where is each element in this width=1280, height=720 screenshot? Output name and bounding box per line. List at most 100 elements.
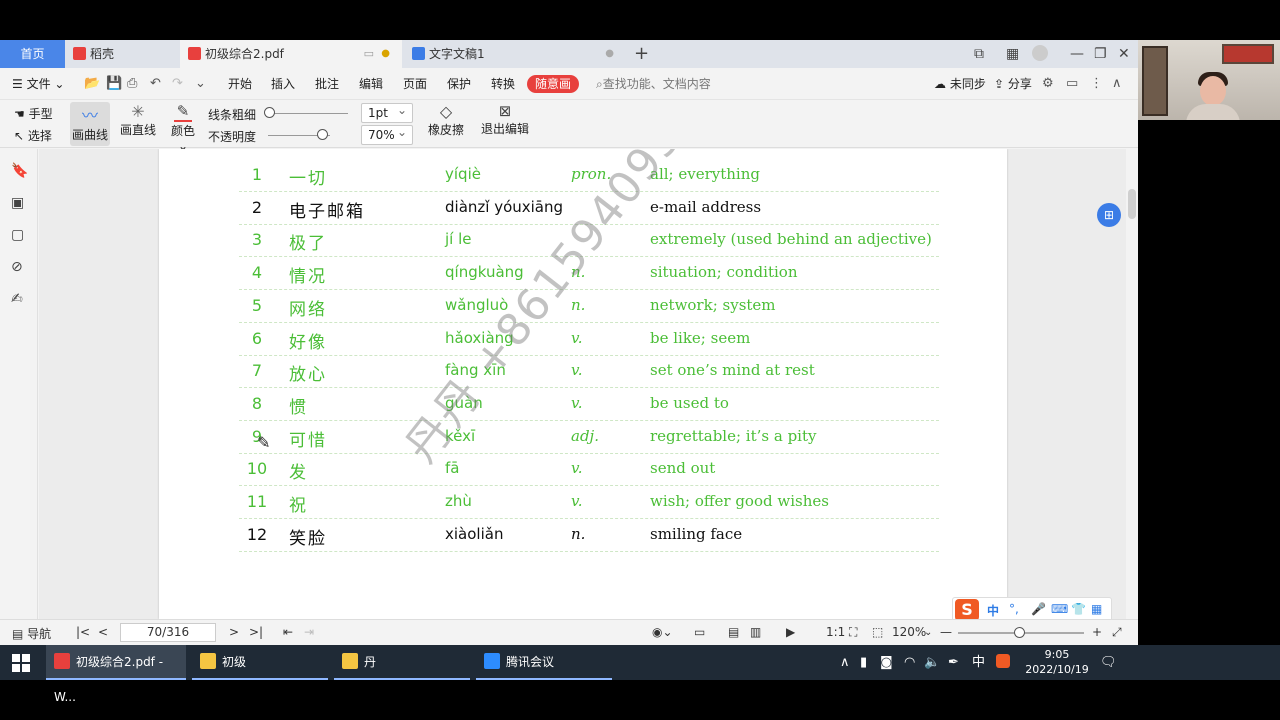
ime-language[interactable]: 中 — [987, 602, 999, 619]
redo-icon[interactable]: ↷ — [172, 68, 183, 100]
mic-icon[interactable]: 🎤 — [1031, 602, 1046, 616]
minimize-icon[interactable]: — — [1070, 40, 1084, 68]
skin-icon[interactable]: 👕 — [1071, 602, 1086, 616]
share-button[interactable]: ⇪ 分享 — [994, 68, 1032, 100]
restore-icon[interactable]: ❐ — [1094, 40, 1107, 68]
zoom-dropdown-icon[interactable]: ⌄ — [924, 627, 932, 638]
play-icon[interactable]: ▶ — [786, 625, 795, 639]
menu-edit[interactable]: 编辑 — [359, 68, 383, 100]
clock[interactable]: 9:05 2022/10/19 — [1020, 647, 1094, 677]
search-box[interactable]: ⌕查找功能、文档内容 — [596, 68, 711, 100]
hand-tool[interactable]: ☚ 手型 — [14, 105, 53, 122]
thickness-slider-handle[interactable] — [264, 107, 275, 118]
select-tool[interactable]: ↖ 选择 — [14, 127, 52, 144]
thickness-select[interactable]: 1pt — [361, 101, 413, 123]
menu-page[interactable]: 页面 — [403, 68, 427, 100]
vocab-number: 12 — [246, 524, 268, 544]
opacity-select[interactable]: 70% — [361, 123, 413, 145]
more-icon[interactable]: ⋮ — [1090, 68, 1103, 100]
wifi-icon[interactable]: ◠ — [904, 645, 915, 680]
curve-tool[interactable]: 〰 画曲线 — [70, 102, 110, 146]
eraser-tool[interactable]: ◇ 橡皮擦 — [423, 102, 469, 138]
fit-width-icon[interactable]: ⬚ — [872, 625, 883, 639]
tray-app-icon[interactable]: ◙ — [880, 645, 893, 680]
bookmark-icon[interactable]: 🔖 — [11, 163, 28, 179]
translate-float-icon[interactable]: ⊞ — [1097, 203, 1121, 227]
comment-panel-icon[interactable]: ▢ — [11, 227, 24, 243]
notification-icon[interactable]: 🗨 — [1100, 645, 1117, 680]
undo-icon[interactable]: ↶ — [150, 68, 161, 100]
keyboard-icon[interactable]: ⌨ — [1051, 602, 1068, 616]
scrollbar-thumb[interactable] — [1128, 189, 1136, 219]
zoom-out-icon[interactable]: — — [940, 625, 952, 639]
zoom-in-icon[interactable]: + — [1092, 625, 1102, 639]
line-tool[interactable]: ✳ 画直线 — [118, 102, 158, 138]
taskbar-item-meeting[interactable]: 腾讯会议 — [476, 645, 612, 680]
volume-icon[interactable]: 🔈 — [924, 645, 940, 680]
save-icon[interactable]: 💾 — [106, 68, 122, 100]
page-number-input[interactable]: 70/316 — [120, 623, 216, 642]
new-tab-button[interactable]: + — [634, 40, 649, 68]
next-page-icon[interactable]: > — [229, 625, 239, 639]
sync-status[interactable]: ☁ 未同步 — [934, 68, 986, 100]
nav-toggle[interactable]: ▤ 导航 — [12, 625, 51, 642]
pen-tray-icon[interactable]: ✒ — [948, 645, 959, 680]
settings-icon[interactable]: ⚙ — [1042, 68, 1054, 100]
windows-start-icon[interactable] — [12, 654, 30, 672]
tab-home[interactable]: 首页 — [0, 40, 65, 68]
monitor-icon[interactable]: ▭ — [364, 40, 374, 68]
taskbar-item-wps[interactable]: 初级综合2.pdf - W... — [46, 645, 186, 704]
punctuation-icon[interactable]: °, — [1009, 602, 1019, 616]
print-icon[interactable]: ⎙ — [127, 68, 137, 100]
menu-protect[interactable]: 保护 — [447, 68, 471, 100]
toolbox-icon[interactable]: ▦ — [1091, 602, 1102, 616]
menu-convert[interactable]: 转换 — [491, 68, 515, 100]
fit-page-icon[interactable]: ⛶ — [849, 625, 857, 640]
single-page-icon[interactable]: ▭ — [694, 625, 705, 639]
tray-usb-icon[interactable]: ▮ — [860, 645, 867, 680]
menu-start[interactable]: 开始 — [228, 68, 252, 100]
image-icon[interactable]: ▣ — [11, 195, 24, 211]
tab-pdf[interactable]: 初级综合2.pdf ● ▭ — [180, 40, 402, 68]
collapse-icon[interactable]: ∧ — [1112, 68, 1122, 100]
close-icon[interactable]: ✕ — [1118, 40, 1130, 68]
taskbar-item-folder1[interactable]: 初级 — [192, 645, 328, 680]
tray-ime-language[interactable]: 中 — [972, 645, 985, 680]
apps-grid-icon[interactable]: ▦ — [1006, 40, 1019, 68]
attachment-icon[interactable]: ⊘ — [11, 259, 23, 275]
layout-icon[interactable]: ⧉ — [974, 40, 984, 68]
tab-doc[interactable]: 文字文稿1 ● — [404, 40, 626, 68]
folder-icon — [200, 653, 216, 669]
file-menu[interactable]: ☰ 文件 ⌄ — [12, 68, 64, 100]
avatar[interactable] — [1032, 40, 1048, 68]
opacity-slider-handle[interactable] — [317, 129, 328, 140]
first-page-icon[interactable]: |< — [76, 625, 90, 639]
color-picker[interactable]: ✎ 颜色⌄ — [166, 102, 200, 153]
fullscreen-icon[interactable]: ⤢ — [1112, 625, 1122, 640]
forward-icon[interactable]: ⇥ — [304, 625, 314, 639]
tray-expand-icon[interactable]: ∧ — [840, 645, 850, 680]
zoom-slider-handle[interactable] — [1014, 627, 1025, 638]
comment-icon[interactable]: ▭ — [1066, 68, 1078, 100]
prev-page-icon[interactable]: < — [98, 625, 108, 639]
continuous-icon[interactable]: ▤ — [728, 625, 739, 639]
menu-insert[interactable]: 插入 — [271, 68, 295, 100]
double-page-icon[interactable]: ▥ — [750, 625, 761, 639]
open-icon[interactable]: 📂 — [84, 68, 100, 100]
back-icon[interactable]: ⇤ — [283, 625, 293, 639]
eye-protect-icon[interactable]: ◉⌄ — [652, 625, 673, 639]
tab-daoke[interactable]: 稻壳 — [65, 40, 180, 68]
last-page-icon[interactable]: >| — [249, 625, 263, 639]
more-dropdown-icon[interactable]: ⌄ — [195, 68, 206, 100]
vertical-scrollbar[interactable] — [1126, 149, 1138, 619]
zoom-level[interactable]: 120% — [892, 625, 926, 639]
menu-comment[interactable]: 批注 — [315, 68, 339, 100]
actual-size-icon[interactable]: 1:1 — [826, 625, 845, 639]
menu-freehand[interactable]: 随意画 — [527, 75, 580, 93]
taskbar-item-folder2[interactable]: 丹 — [334, 645, 470, 680]
exit-edit-button[interactable]: ⊠ 退出编辑 — [480, 102, 530, 137]
tray-sogou-icon[interactable] — [996, 645, 1010, 680]
sogou-logo-icon[interactable]: S — [955, 599, 979, 621]
thickness-slider[interactable] — [268, 113, 348, 114]
signature-icon[interactable]: ✍ — [11, 291, 23, 307]
